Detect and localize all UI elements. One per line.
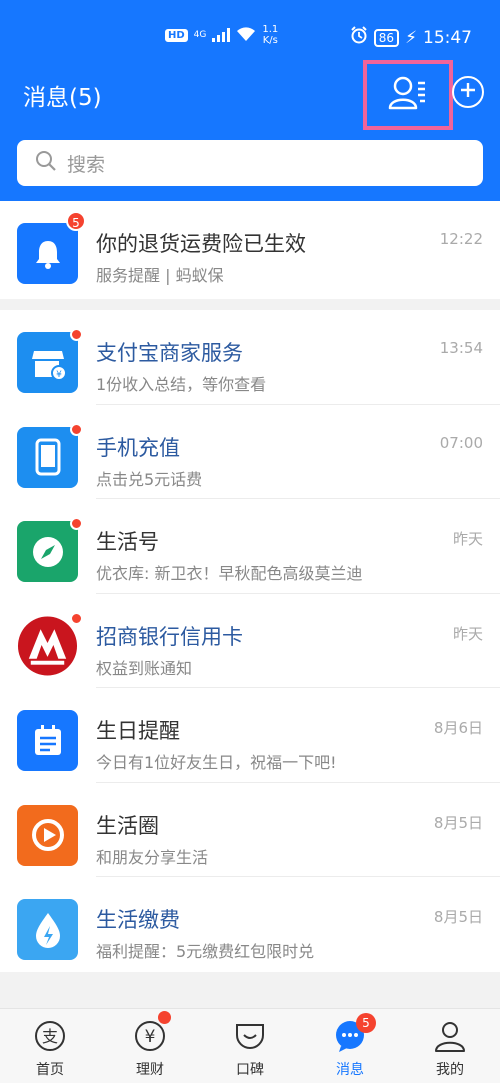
message-time: 8月5日	[433, 813, 483, 832]
unread-badge: 5	[66, 211, 86, 231]
message-subtitle: 福利提醒：5元缴费红包限时兑	[96, 942, 315, 961]
message-title: 支付宝商家服务	[96, 341, 243, 365]
message-item-cmb[interactable]: 招商银行信用卡 权益到账通知 昨天	[0, 594, 500, 688]
search-placeholder: 搜索	[67, 153, 106, 176]
message-subtitle: 服务提醒 | 蚂蚁保	[96, 266, 224, 285]
message-title: 手机充值	[96, 435, 180, 460]
message-time: 13:54	[439, 339, 483, 357]
tab-label: 首页	[36, 1062, 64, 1078]
svg-text:支: 支	[42, 1027, 58, 1046]
calendar-icon	[17, 710, 78, 771]
message-title: 生日提醒	[96, 719, 180, 743]
network-type: 4G	[193, 30, 207, 40]
unread-dot	[70, 422, 83, 436]
unread-dot	[70, 611, 83, 625]
message-item-birthday[interactable]: 生日提醒 今日有1位好友生日，祝福一下吧! 8月6日	[0, 688, 500, 783]
message-title: 生活号	[96, 530, 159, 554]
tab-koubei[interactable]: 口碑	[200, 1009, 300, 1083]
message-subtitle: 和朋友分享生活	[96, 847, 209, 867]
play-circle-icon	[17, 804, 78, 866]
shop-icon: ¥	[17, 332, 78, 393]
signal-icon	[212, 28, 231, 42]
message-time: 8月6日	[433, 719, 483, 737]
unread-dot	[70, 328, 83, 341]
bell-icon	[17, 223, 78, 284]
message-subtitle: 点击兑5元话费	[96, 469, 203, 489]
tab-label: 口碑	[236, 1062, 264, 1078]
compass-icon	[17, 521, 78, 582]
message-item-merchant[interactable]: ¥ 支付宝商家服务 1份收入总结，等你查看 13:54	[0, 310, 500, 405]
message-item-life-circle[interactable]: 生活圈 和朋友分享生活 8月5日	[0, 783, 500, 877]
message-time: 8月5日	[433, 908, 483, 926]
contacts-icon	[388, 75, 428, 115]
unread-dot	[70, 517, 83, 530]
wifi-icon	[236, 26, 256, 45]
hd-indicator: HD	[165, 28, 188, 42]
alipay-home-icon: 支	[33, 1019, 67, 1057]
person-icon	[433, 1019, 467, 1057]
message-subtitle: 今日有1位好友生日，祝福一下吧!	[96, 753, 337, 772]
search-bar[interactable]: 搜索	[17, 140, 483, 186]
message-time: 昨天	[452, 624, 483, 643]
message-item-life-account[interactable]: 生活号 优衣库: 新卫衣！早秋配色高级莫兰迪 昨天	[0, 499, 500, 594]
clock: 15:47	[423, 27, 472, 48]
tab-home[interactable]: 支 首页	[0, 1009, 100, 1083]
svg-text:¥: ¥	[145, 1027, 156, 1047]
message-title: 生活缴费	[96, 908, 180, 932]
message-subtitle: 1份收入总结，等你查看	[96, 375, 267, 394]
message-title: 你的退货运费险已生效	[96, 232, 306, 256]
add-button[interactable]	[452, 76, 484, 108]
message-item-utilities[interactable]: 生活缴费 福利提醒：5元缴费红包限时兑 8月5日	[0, 877, 500, 972]
tab-me[interactable]: 我的	[400, 1009, 500, 1083]
message-time: 12:22	[439, 230, 483, 248]
page-title: 消息(5)	[23, 85, 102, 111]
message-list: 5 你的退货运费险已生效 服务提醒 | 蚂蚁保 12:22 ¥ 支付宝商家服务 …	[0, 201, 500, 972]
message-time: 07:00	[439, 433, 483, 452]
koubei-icon	[233, 1019, 267, 1057]
alarm-icon	[350, 26, 368, 49]
bottom-tab-bar: 支 首页 ¥ 理财 口碑 5 消息 我的	[0, 1008, 500, 1083]
battery-icon: 86	[373, 28, 400, 47]
unread-badge: 5	[356, 1013, 376, 1033]
tab-label: 我的	[436, 1062, 464, 1078]
plus-icon	[459, 81, 477, 103]
svg-text:¥: ¥	[56, 370, 62, 380]
phone-icon	[17, 426, 78, 488]
message-subtitle: 优衣库: 新卫衣！早秋配色高级莫兰迪	[96, 564, 363, 583]
message-item-recharge[interactable]: 手机充值 点击兑5元话费 07:00	[0, 405, 500, 499]
pinned-group: 5 你的退货运费险已生效 服务提醒 | 蚂蚁保 12:22	[0, 201, 500, 299]
message-time: 昨天	[452, 530, 483, 548]
charging-icon: ⚡	[405, 27, 417, 48]
message-subtitle: 权益到账通知	[96, 658, 193, 678]
tab-finance[interactable]: ¥ 理财	[100, 1009, 200, 1083]
water-drop-icon	[17, 899, 78, 960]
tab-label: 消息	[336, 1062, 364, 1078]
message-title: 生活圈	[96, 813, 159, 838]
contacts-button[interactable]	[363, 60, 453, 130]
cmb-logo-icon	[17, 615, 78, 677]
header: HD 4G 1.1 K/s 86 ⚡ 15:47 消息(5) 搜索	[0, 0, 500, 201]
tab-messages[interactable]: 5 消息	[300, 1009, 400, 1083]
message-item-insurance[interactable]: 5 你的退货运费险已生效 服务提醒 | 蚂蚁保 12:22	[0, 201, 500, 299]
search-icon	[35, 150, 57, 176]
message-title: 招商银行信用卡	[96, 624, 243, 649]
yuan-icon: ¥	[133, 1019, 167, 1057]
network-speed: 1.1 K/s	[262, 24, 279, 46]
unread-dot	[158, 1011, 171, 1024]
message-group: ¥ 支付宝商家服务 1份收入总结，等你查看 13:54 手机充值 点击兑5元话费…	[0, 310, 500, 972]
tab-label: 理财	[136, 1062, 164, 1078]
status-bar: HD 4G 1.1 K/s 86 ⚡ 15:47	[0, 22, 500, 52]
